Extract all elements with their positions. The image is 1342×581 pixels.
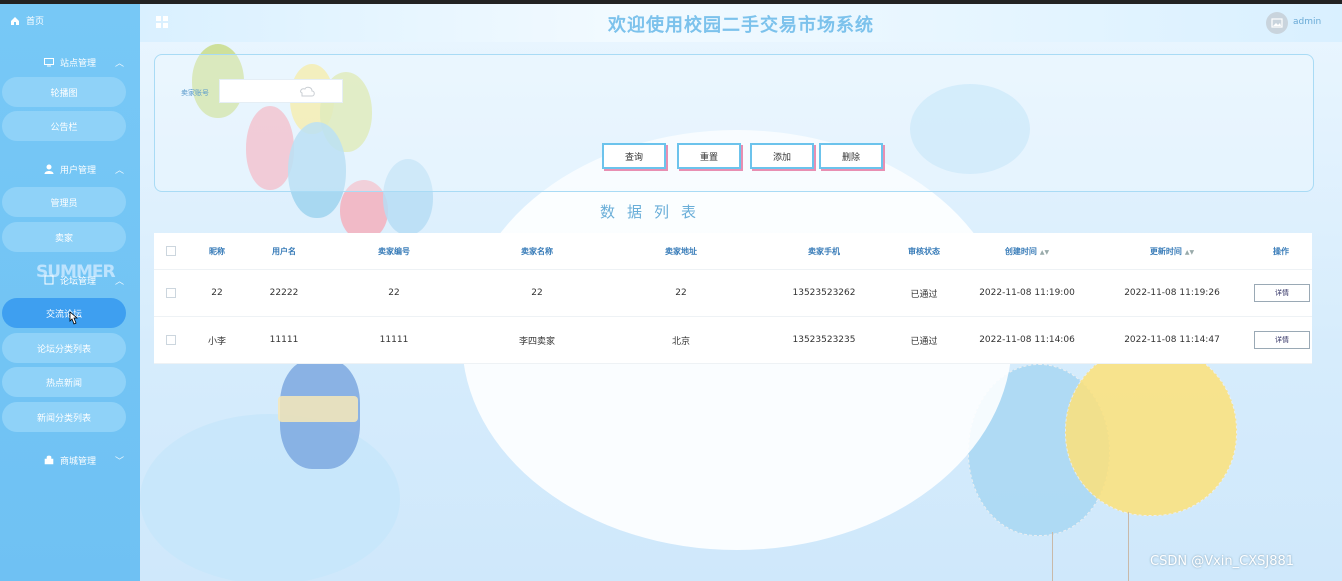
cell-created-time: 2022-11-08 11:19:00	[979, 288, 1075, 298]
detail-button[interactable]: 详情	[1254, 331, 1310, 349]
col-header-created-time[interactable]: 创建时间 ▲▼	[992, 246, 1062, 257]
sidebar-item-forum[interactable]: 交流论坛	[2, 298, 126, 328]
cell-seller-name: 22	[531, 288, 543, 298]
sidebar: SUMMER 首页 站点管理 ︿ 轮播图 公告栏 用户管理 ︿ 管理员 卖家 论…	[0, 4, 140, 581]
sidebar-item-news-category[interactable]: 新闻分类列表	[2, 402, 126, 432]
cell-nickname: 22	[211, 288, 223, 298]
sidebar-home[interactable]: 首页	[10, 14, 44, 27]
col-header: 用户名	[272, 246, 296, 256]
sidebar-item-forum-category[interactable]: 论坛分类列表	[2, 333, 126, 363]
balloon-string	[1052, 532, 1053, 581]
col-header: 卖家名称	[521, 246, 553, 256]
cell-status: 已通过	[910, 336, 938, 347]
shop-icon	[44, 455, 54, 465]
seller-account-input[interactable]	[219, 79, 343, 103]
page-title: 欢迎使用校园二手交易市场系统	[608, 15, 874, 36]
sidebar-item-hot-news[interactable]: 热点新闻	[2, 367, 126, 397]
cell-seller-phone: 13523523235	[792, 335, 856, 345]
search-label: 卖家账号	[181, 89, 209, 97]
sidebar-item-carousel[interactable]: 轮播图	[2, 77, 126, 107]
cloud-icon	[300, 86, 315, 97]
sidebar-home-label: 首页	[26, 17, 45, 27]
user-name[interactable]: admin	[1293, 17, 1321, 27]
row-checkbox[interactable]	[166, 288, 176, 298]
col-header: 卖家地址	[665, 246, 697, 256]
sidebar-group-label: 用户管理	[59, 165, 96, 176]
chevron-up-icon: ︿	[114, 277, 124, 287]
sidebar-group-label: 论坛管理	[59, 276, 96, 287]
book-illustration	[278, 396, 358, 422]
add-button[interactable]: 添加	[750, 143, 814, 169]
cell-updated-time: 2022-11-08 11:14:47	[1124, 335, 1220, 345]
chevron-down-icon: ﹀	[114, 457, 124, 467]
data-table: 昵称 用户名 卖家编号 卖家名称 卖家地址 卖家手机 审核状态 创建时间 ▲▼ 更…	[154, 233, 1312, 364]
row-checkbox[interactable]	[166, 335, 176, 345]
cell-seller-phone: 13523523262	[792, 288, 856, 298]
detail-button[interactable]: 详情	[1254, 284, 1310, 302]
chevron-up-icon: ︿	[114, 166, 124, 176]
sidebar-group-shop[interactable]: 商城管理 ﹀	[0, 450, 140, 470]
col-header: 昵称	[209, 246, 225, 256]
cell-seller-name: 李四卖家	[518, 336, 555, 347]
monitor-icon	[43, 57, 54, 66]
delete-button[interactable]: 删除	[819, 143, 883, 169]
image-icon	[1271, 18, 1283, 28]
sidebar-item-seller[interactable]: 卖家	[2, 222, 126, 252]
cell-updated-time: 2022-11-08 11:19:26	[1124, 288, 1220, 298]
csdn-watermark: CSDN @Vxin_CXSJ881	[1150, 554, 1295, 569]
col-header-label: 更新时间	[1149, 246, 1182, 256]
balloon-string	[1128, 512, 1129, 581]
sidebar-group-site[interactable]: 站点管理 ︿	[0, 52, 140, 72]
cell-username: 22222	[269, 288, 299, 298]
sidebar-item-admin[interactable]: 管理员	[2, 187, 126, 217]
select-all-checkbox[interactable]	[166, 246, 176, 256]
cell-seller-no: 22	[388, 288, 400, 298]
col-header-updated-time[interactable]: 更新时间 ▲▼	[1137, 246, 1207, 257]
query-button[interactable]: 查询	[602, 143, 666, 169]
home-icon	[11, 16, 19, 25]
user-icon	[44, 164, 54, 174]
col-header: 审核状态	[908, 246, 940, 256]
sidebar-group-label: 站点管理	[59, 58, 96, 69]
cell-username: 11111	[269, 335, 299, 345]
table-row: 22 22222 22 22 22 13523523262 已通过 2022-1…	[154, 270, 1312, 317]
balloon-decoration	[1065, 344, 1237, 516]
sidebar-group-users[interactable]: 用户管理 ︿	[0, 159, 140, 179]
cell-seller-no: 11111	[379, 335, 409, 345]
sidebar-group-label: 商城管理	[59, 456, 96, 467]
cell-nickname: 小李	[207, 336, 226, 347]
col-header-label: 创建时间	[1004, 246, 1037, 256]
sort-icon[interactable]: ▲▼	[1185, 249, 1194, 256]
avatar[interactable]	[1266, 12, 1288, 34]
forum-icon	[44, 275, 54, 285]
list-title: 数据列表	[600, 203, 709, 221]
mouse-cursor-icon	[69, 312, 78, 325]
sort-icon[interactable]: ▲▼	[1040, 249, 1049, 256]
table-header-row: 昵称 用户名 卖家编号 卖家名称 卖家地址 卖家手机 审核状态 创建时间 ▲▼ 更…	[154, 233, 1312, 270]
cell-status: 已通过	[910, 289, 938, 300]
col-header: 卖家手机	[808, 246, 840, 256]
main-content: 欢迎使用校园二手交易市场系统 admin 卖家账号 查询 重置 添加 删除 数据…	[140, 4, 1342, 581]
table-row: 小李 11111 11111 李四卖家 北京 13523523235 已通过 2…	[154, 317, 1312, 364]
col-header: 操作	[1273, 246, 1289, 256]
header-bar: 欢迎使用校园二手交易市场系统 admin	[140, 4, 1342, 42]
reset-button[interactable]: 重置	[677, 143, 741, 169]
cell-created-time: 2022-11-08 11:14:06	[979, 335, 1075, 345]
search-panel: 卖家账号 查询 重置 添加 删除	[154, 54, 1314, 192]
cell-seller-address: 北京	[671, 336, 690, 347]
sidebar-group-forum[interactable]: 论坛管理 ︿	[0, 270, 140, 290]
cloud-decoration	[140, 414, 400, 581]
chevron-up-icon: ︿	[114, 59, 124, 69]
col-header: 卖家编号	[378, 246, 410, 256]
sidebar-item-notice[interactable]: 公告栏	[2, 111, 126, 141]
cell-seller-address: 22	[675, 288, 687, 298]
